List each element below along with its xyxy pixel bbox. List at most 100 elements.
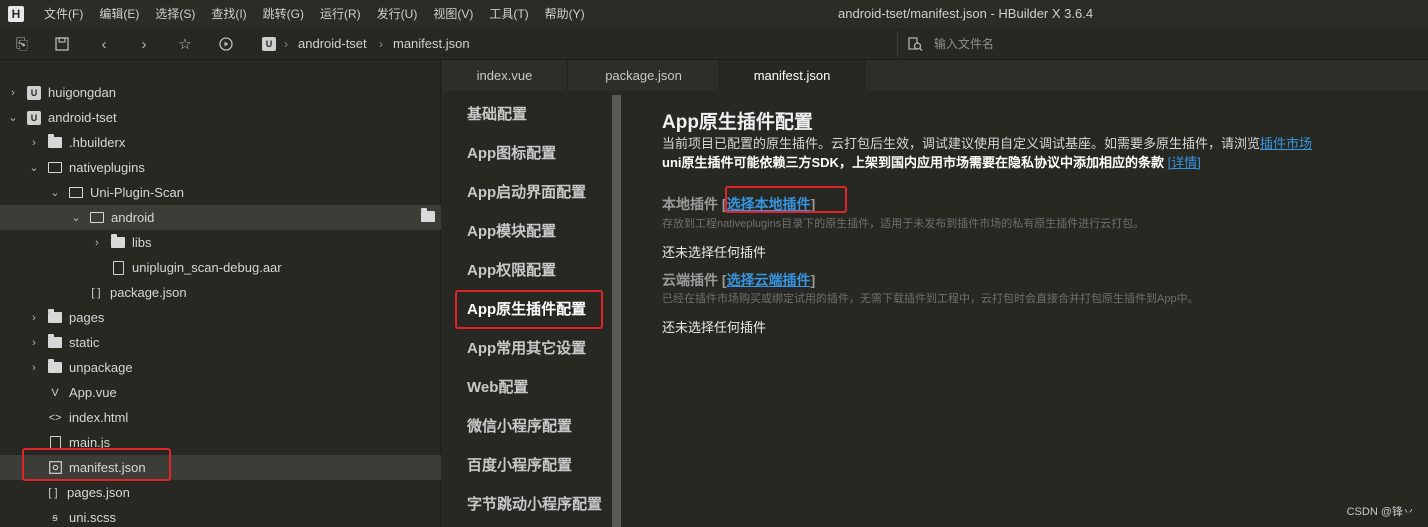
plugin-market-link[interactable]: 插件市场 [1260,136,1312,151]
menu-edit[interactable]: 编辑(E) [91,0,147,28]
chevron-right-icon: › [32,336,36,349]
new-file-icon[interactable]: ⎘ [12,34,32,54]
breadcrumb-file[interactable]: manifest.json [393,28,470,60]
tree-item-static[interactable]: › static [0,330,441,355]
json-icon: [ ] [48,486,58,499]
cloud-plugins-empty: 还未选择任何插件 [662,320,767,335]
run-icon[interactable] [216,34,236,54]
tab-index-vue[interactable]: index.vue [442,60,568,91]
page-title: App原生插件配置 [662,112,813,133]
back-arrow-icon[interactable]: ‹ [94,34,114,54]
tab-package-json[interactable]: package.json [568,60,720,91]
json-icon: [ ] [91,286,101,299]
local-plugins-empty: 还未选择任何插件 [662,245,767,260]
save-icon[interactable] [52,34,72,54]
tree-item-index-html[interactable]: <> index.html [0,405,441,430]
file-search-box [897,31,1428,57]
tree-item-label: libs [132,235,152,250]
tree-item-label: .hbuilderx [69,135,126,150]
nav-app-permissions-config[interactable]: App权限配置 [467,260,556,282]
tree-item-android[interactable]: ⌄ android [0,205,441,230]
scss-icon: ꞩ [52,512,58,524]
forward-arrow-icon[interactable]: › [134,34,154,54]
tree-item-label: android-tset [48,110,117,125]
tree-item-hbuilderx[interactable]: › .hbuilderx [0,130,441,155]
cloud-plugins-heading: 云端插件 [选择云端插件] [662,272,816,288]
highlight-manifest-json [22,448,171,481]
tree-item-huigongdan[interactable]: › U huigongdan [0,80,441,105]
tree-item-nativeplugins[interactable]: ⌄ nativeplugins [0,155,441,180]
tree-item-uni-scss[interactable]: ꞩ uni.scss [0,505,441,527]
menu-select[interactable]: 选择(S) [147,0,203,28]
tree-item-package-json[interactable]: [ ] package.json [0,280,441,305]
settings-nav-scrollbar[interactable] [612,95,621,527]
tree-item-label: index.html [69,410,129,425]
open-folder-icon[interactable] [421,208,435,222]
tree-item-label: static [69,335,100,350]
plugins-description: 当前项目已配置的原生插件。云打包后生效，调试建议使用自定义调试基座。如需要多原生… [662,133,1312,152]
highlight-native-plugins-nav [455,290,603,329]
nav-toutiao-mp-config[interactable]: 字节跳动小程序配置 [467,494,602,516]
tree-item-unpackage[interactable]: › unpackage [0,355,441,380]
tree-item-pages-json[interactable]: [ ] pages.json [0,480,441,505]
tree-item-label: App.vue [69,385,117,400]
menu-bar: 文件(F) 编辑(E) 选择(S) 查找(I) 跳转(G) 运行(R) 发行(U… [36,0,593,28]
project-icon: U [26,85,42,100]
chevron-down-icon: ⌄ [50,187,60,199]
tree-item-android-tset[interactable]: ⌄ U android-tset [0,105,441,130]
breadcrumb-separator-icon: › [379,37,383,51]
local-plugins-title: 本地插件 [662,196,718,212]
tree-item-pages[interactable]: › pages [0,305,441,330]
menu-tools[interactable]: 工具(T) [481,0,536,28]
nav-web-config[interactable]: Web配置 [467,377,528,399]
nav-baidu-mp-config[interactable]: 百度小程序配置 [467,455,572,477]
nav-app-other-settings[interactable]: App常用其它设置 [467,338,586,360]
tab-manifest-json[interactable]: manifest.json [720,60,865,91]
menu-publish[interactable]: 发行(U) [369,0,426,28]
tree-item-app-vue[interactable]: V App.vue [0,380,441,405]
folder-icon [47,334,63,350]
local-plugins-note: 存放到工程nativeplugins目录下的原生插件，适用于未发布到插件市场的私… [662,218,1145,230]
folder-icon [47,309,63,325]
sdk-notice: uni原生插件可能依赖三方SDK，上架到国内应用市场需要在隐私协议中添加相应的条… [662,152,1201,171]
folder-icon [110,234,126,250]
project-badge-icon: U [262,37,276,51]
folder-open-icon [47,161,63,175]
hbuilder-logo-icon: H [8,6,24,22]
cloud-plugins-note: 已经在插件市场购买或绑定试用的插件，无需下载插件到工程中，云打包时会直接合并打包… [662,293,1199,305]
select-cloud-plugins-link[interactable]: 选择云端插件 [727,272,811,288]
chevron-down-icon: ⌄ [71,212,81,224]
chevron-right-icon: › [32,136,36,149]
nav-app-icon-config[interactable]: App图标配置 [467,143,556,165]
menu-file[interactable]: 文件(F) [36,0,91,28]
window-title: android-tset/manifest.json - HBuilder X … [838,6,1094,21]
details-link[interactable]: [详情] [1168,155,1201,170]
watermark: CSDN @锋丷 [1346,506,1414,518]
tree-item-libs[interactable]: › libs [0,230,441,255]
tree-item-label: nativeplugins [69,160,145,175]
tree-item-uni-plugin-scan[interactable]: ⌄ Uni-Plugin-Scan [0,180,441,205]
breadcrumb-project[interactable]: android-tset [298,28,367,60]
tree-item-aar-file[interactable]: uniplugin_scan-debug.aar [0,255,441,280]
menu-help[interactable]: 帮助(Y) [537,0,593,28]
menu-goto[interactable]: 跳转(G) [255,0,312,28]
nav-app-splash-config[interactable]: App启动界面配置 [467,182,586,204]
chevron-down-icon: ⌄ [8,112,18,124]
file-search-input[interactable] [934,33,1414,55]
menu-run[interactable]: 运行(R) [312,0,369,28]
chevron-right-icon: › [11,86,15,99]
nav-app-modules-config[interactable]: App模块配置 [467,221,556,243]
folder-icon [47,134,63,150]
sdk-notice-text: uni原生插件可能依赖三方SDK，上架到国内应用市场需要在隐私协议中添加相应的条… [662,155,1164,170]
tree-item-label: uniplugin_scan-debug.aar [132,260,282,275]
menu-view[interactable]: 视图(V) [425,0,481,28]
file-icon [110,260,126,275]
folder-open-icon [68,186,84,200]
native-plugins-panel: App原生插件配置 当前项目已配置的原生插件。云打包后生效，调试建议使用自定义调… [622,91,1428,527]
menu-find[interactable]: 查找(I) [203,0,254,28]
star-icon[interactable]: ☆ [175,34,195,54]
folder-icon [47,359,63,375]
breadcrumb-separator-icon: › [284,37,288,51]
nav-basic-config[interactable]: 基础配置 [467,104,527,126]
nav-weixin-mp-config[interactable]: 微信小程序配置 [467,416,572,438]
